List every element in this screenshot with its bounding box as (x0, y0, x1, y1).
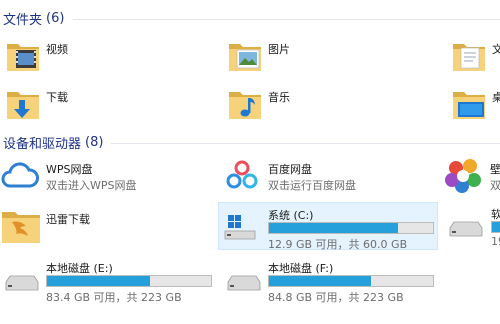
drive-c[interactable]: 系统 (C:) 12.9 GB 可用，共 60.0 GB (218, 202, 438, 251)
drive-e[interactable]: 本地磁盘 (E:) 83.4 GB 可用，共 223 GB (0, 256, 214, 304)
xunlei-folder-icon (2, 212, 40, 243)
folder-name: 文 (492, 43, 500, 56)
drive-usage-bar (268, 275, 434, 287)
drive-name: 本地磁盘 (F:) (268, 262, 334, 275)
app-description: 双击运行百度网盘 (268, 179, 356, 192)
app-description: 双击进入WPS网盘 (46, 179, 137, 192)
hard-drive-icon (449, 221, 483, 237)
drive-usage-bar (491, 221, 500, 233)
windows-drive-icon (224, 215, 256, 240)
drive-name: 软 (491, 208, 500, 221)
videos-folder-icon (7, 44, 39, 71)
wps-cloud-icon (1, 162, 39, 188)
drives-group-header[interactable]: 设备和驱动器 (8) (3, 134, 500, 152)
baidu-netdisk[interactable]: 百度网盘 双击运行百度网盘 (222, 156, 436, 196)
folder-music[interactable]: 音乐 (226, 84, 436, 124)
wallpaper-app-icon (445, 159, 481, 193)
drive-usage-bar (46, 275, 212, 287)
folder-name: 音乐 (268, 91, 290, 104)
folders-group-title: 文件夹 (3, 12, 43, 28)
drive-free-space: 12.9 GB 可用，共 60.0 GB (268, 238, 408, 251)
drives-group-count: (8) (85, 134, 104, 150)
app-name: WPS网盘 (46, 163, 93, 176)
hard-drive-icon (5, 275, 39, 291)
folder-documents[interactable]: 文 (450, 36, 500, 76)
folder-name: 图片 (268, 43, 290, 56)
folders-group-header[interactable]: 文件夹 (6) (3, 10, 500, 28)
folder-downloads[interactable]: 下载 (4, 84, 214, 124)
folder-name: 下载 (46, 91, 68, 104)
drive-usage-bar (268, 222, 434, 234)
drive-f[interactable]: 本地磁盘 (F:) 84.8 GB 可用，共 223 GB (222, 256, 436, 304)
app-name: 百度网盘 (268, 163, 312, 176)
group-divider (73, 19, 500, 20)
drive-software[interactable]: 软 19 (444, 202, 500, 250)
baidu-netdisk-icon (226, 160, 258, 189)
group-divider (111, 143, 500, 144)
folder-name: 视频 (46, 43, 68, 56)
xunlei-download[interactable]: 迅雷下载 (0, 204, 214, 248)
wallpaper-app[interactable]: 壁 双 (444, 156, 500, 196)
documents-folder-icon (453, 44, 485, 71)
folder-pictures[interactable]: 图片 (226, 36, 436, 76)
downloads-folder-icon (7, 92, 39, 119)
music-folder-icon (229, 92, 261, 119)
drive-free-space: 84.8 GB 可用，共 223 GB (268, 291, 404, 304)
app-description: 双 (490, 179, 500, 192)
folder-videos[interactable]: 视频 (4, 36, 214, 76)
wps-cloud-drive[interactable]: WPS网盘 双击进入WPS网盘 (0, 156, 214, 196)
pictures-folder-icon (229, 44, 261, 71)
folder-desktop[interactable]: 桌 (450, 84, 500, 124)
hard-drive-icon (227, 275, 261, 291)
folder-name: 桌 (492, 91, 500, 104)
drive-name: 系统 (C:) (268, 209, 314, 222)
folders-group-count: (6) (46, 10, 65, 26)
drive-name: 本地磁盘 (E:) (46, 262, 113, 275)
drive-free-space: 83.4 GB 可用，共 223 GB (46, 291, 182, 304)
app-name: 壁 (490, 163, 500, 176)
drive-free-space: 19 (491, 235, 500, 248)
drives-group-title: 设备和驱动器 (3, 136, 82, 152)
desktop-folder-icon (453, 92, 485, 119)
app-name: 迅雷下载 (46, 213, 90, 226)
